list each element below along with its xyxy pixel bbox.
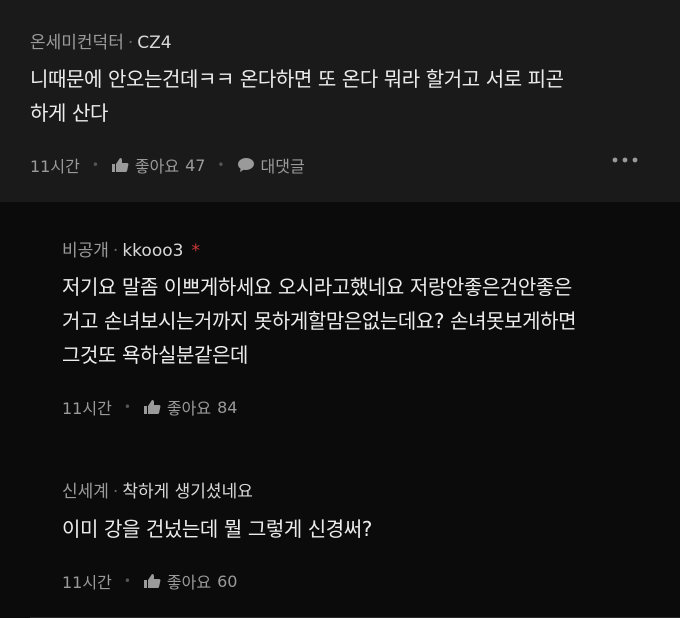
reply-actions: 11시간 • 좋아요 60: [62, 569, 237, 593]
comment-time: 11시간: [30, 157, 80, 176]
comment-body: 니때문에 안오는건데ㅋㅋ 온다하면 또 온다 뭐라 할거고 서로 피곤 하게 산…: [30, 62, 564, 130]
reply-button[interactable]: 대댓글: [237, 153, 305, 177]
thumbs-up-icon: [143, 573, 161, 589]
reply-line: 거고 손녀보시는거까지 못하게할맘은없는데요? 손녀못보게하면: [62, 309, 577, 333]
reply-nickname[interactable]: 신세계: [62, 482, 109, 502]
thumbs-up-icon: [111, 157, 129, 173]
like-count: 84: [217, 397, 238, 417]
comment-item: 온세미컨덕터 · CZ4 니때문에 안오는건데ㅋㅋ 온다하면 또 온다 뭐라 할거고…: [0, 0, 680, 202]
like-button[interactable]: 좋아요 60: [143, 569, 238, 593]
reply-author[interactable]: 착하게 생기셨네요: [122, 482, 253, 502]
like-button[interactable]: 좋아요 84: [143, 395, 238, 419]
comment-line: 하게 산다: [30, 101, 108, 125]
reply-label: 대댓글: [260, 157, 305, 176]
meta-separator: ·: [112, 482, 119, 502]
reply-time: 11시간: [62, 573, 112, 592]
reply-line: 이미 강을 건넜는데 뭘 그렇게 신경써?: [62, 517, 373, 541]
like-count: 47: [185, 155, 206, 175]
reply-nickname[interactable]: 비공개: [62, 241, 109, 261]
comment-meta: 온세미컨덕터 · CZ4: [30, 28, 172, 53]
reply-actions: 11시간 • 좋아요 84: [62, 395, 237, 419]
reply-meta: 비공개 · kkooo3 *: [62, 236, 200, 261]
action-separator: •: [217, 158, 225, 172]
reply-author[interactable]: kkooo3: [122, 241, 183, 261]
like-label: 좋아요: [134, 157, 180, 176]
action-separator: •: [91, 158, 99, 172]
like-count: 60: [217, 571, 238, 591]
comment-nickname[interactable]: 온세미컨덕터: [30, 33, 124, 53]
comment-author[interactable]: CZ4: [137, 33, 171, 53]
reply-body: 저기요 말좀 이쁘게하세요 오시라고했네요 저랑안좋은건안좋은 거고 손녀보시는…: [62, 270, 576, 372]
reply-body: 이미 강을 건넜는데 뭘 그렇게 신경써?: [62, 512, 372, 546]
reply-line: 저기요 말좀 이쁘게하세요 오시라고했네요 저랑안좋은건안좋은: [62, 275, 572, 299]
replies-section: 비공개 · kkooo3 * 저기요 말좀 이쁘게하세요 오시라고했네요 저랑안좋은건…: [0, 202, 680, 618]
comment-line: 니때문에 안오는건데ㅋㅋ 온다하면 또 온다 뭐라 할거고 서로 피곤: [30, 67, 564, 91]
reply-time: 11시간: [62, 399, 112, 418]
comment-actions: 11시간 • 좋아요 47 • 대댓글: [30, 153, 305, 177]
action-separator: •: [123, 400, 131, 414]
meta-separator: ·: [112, 241, 119, 261]
like-button[interactable]: 좋아요 47: [111, 153, 206, 177]
speech-bubble-icon: [237, 157, 255, 173]
more-horizontal-icon: [612, 157, 638, 163]
reply-meta: 신세계 · 착하게 생기셨네요: [62, 477, 253, 502]
more-options-button[interactable]: [612, 157, 638, 163]
meta-separator: ·: [127, 33, 134, 53]
like-label: 좋아요: [166, 573, 212, 592]
action-separator: •: [123, 574, 131, 588]
thumbs-up-icon: [143, 399, 161, 415]
author-badge: *: [191, 241, 200, 261]
like-label: 좋아요: [166, 399, 212, 418]
reply-line: 그것또 욕하실분같은데: [62, 343, 248, 367]
